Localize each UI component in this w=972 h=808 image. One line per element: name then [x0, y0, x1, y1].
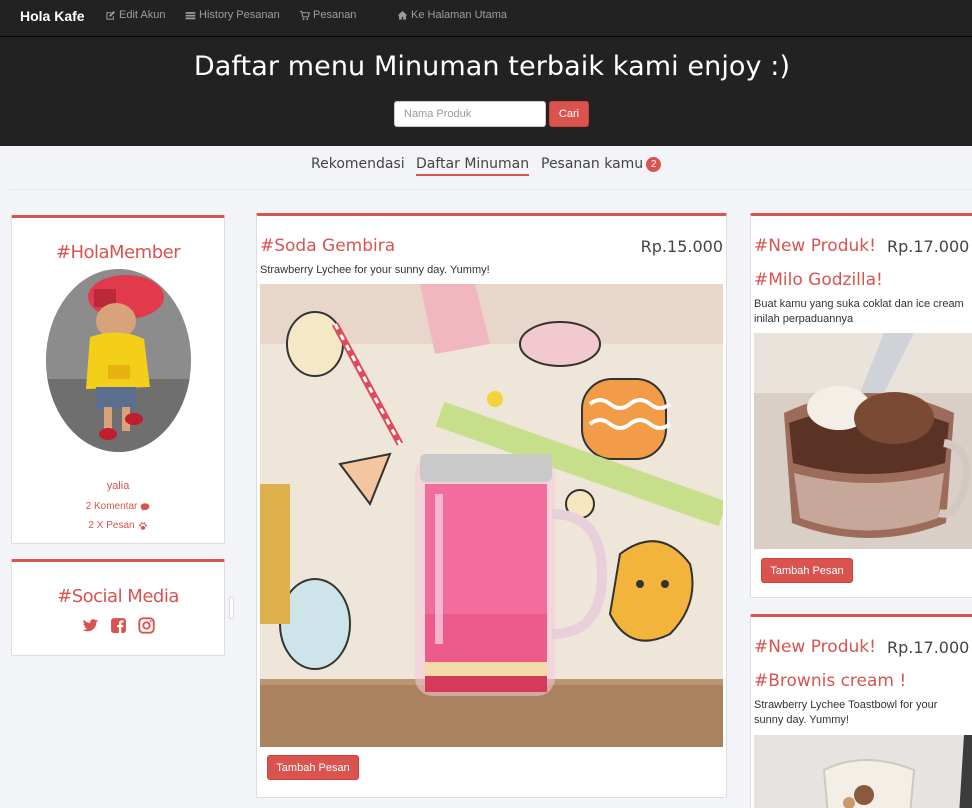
tabs-divider	[10, 189, 972, 190]
paw-icon	[138, 521, 147, 530]
social-icons	[12, 617, 224, 634]
nav-edit-account[interactable]: Edit Akun	[105, 9, 165, 21]
product-image	[754, 735, 972, 808]
edit-icon	[106, 10, 115, 20]
product-price: Rp.15.000	[640, 237, 723, 256]
product-name: #Soda Gembira	[260, 236, 396, 256]
avatar[interactable]	[46, 269, 191, 452]
product-card-brownis-cream: #New Produk! Rp.17.000 #Brownis cream ! …	[750, 614, 972, 808]
product-description: Strawberry Lychee for your sunny day. Yu…	[260, 264, 490, 276]
product-price: Rp.17.000	[887, 638, 970, 657]
order-count-badge: 2	[646, 157, 662, 172]
search-button[interactable]: Cari	[549, 101, 589, 127]
list-icon	[185, 11, 196, 19]
nav-history[interactable]: History Pesanan	[185, 9, 280, 21]
cart-icon	[299, 10, 310, 20]
product-description: Buat kamu yang suka coklat dan ice cream…	[754, 298, 964, 325]
facebook-icon[interactable]	[110, 617, 127, 634]
page-title: Daftar menu Minuman terbaik kami enjoy :…	[193, 51, 791, 82]
avatar-photo	[46, 269, 191, 452]
home-icon	[397, 10, 408, 20]
tab-daftar-minuman[interactable]: Daftar Minuman	[416, 156, 530, 176]
tab-pesanan-kamu[interactable]: Pesanan kamu 2	[541, 156, 662, 172]
nav-orders[interactable]: Pesanan	[299, 9, 356, 21]
social-panel: #Social Media	[11, 559, 225, 656]
add-order-button[interactable]: Tambah Pesan	[761, 558, 853, 583]
member-orders[interactable]: 2 X Pesan	[12, 520, 224, 531]
comment-icon	[140, 502, 150, 511]
add-order-button[interactable]: Tambah Pesan	[267, 755, 359, 780]
product-name: #Brownis cream !	[754, 671, 907, 691]
soda-gembira-photo	[260, 284, 723, 747]
brownis-cream-photo	[754, 735, 972, 808]
hero-header: Daftar menu Minuman terbaik kami enjoy :…	[0, 37, 972, 146]
scroll-handle[interactable]	[229, 597, 234, 619]
search-input[interactable]	[394, 101, 546, 127]
member-comments[interactable]: 2 Komentar	[12, 501, 224, 512]
member-title: #HolaMember	[55, 242, 181, 263]
member-panel: #HolaMember yalia 2 Komentar 2 X Pesan	[11, 215, 225, 544]
instagram-icon[interactable]	[137, 617, 155, 634]
product-image	[754, 333, 972, 549]
member-name: yalia	[106, 480, 130, 492]
new-product-tag: #New Produk!	[754, 637, 876, 657]
category-tabs: Rekomendasi Daftar Minuman Pesanan kamu 2	[0, 146, 972, 190]
product-name: #Milo Godzilla!	[754, 270, 883, 290]
new-product-tag: #New Produk!	[754, 236, 876, 256]
brand-link[interactable]: Hola Kafe	[20, 8, 85, 24]
product-card-milo-godzilla: #New Produk! Rp.17.000 #Milo Godzilla! B…	[750, 213, 972, 598]
tab-rekomendasi[interactable]: Rekomendasi	[311, 156, 405, 172]
nav-home[interactable]: Ke Halaman Utama	[397, 9, 507, 21]
product-price: Rp.17.000	[887, 237, 970, 256]
milo-godzilla-photo	[754, 333, 972, 549]
twitter-icon[interactable]	[82, 617, 99, 634]
social-title: #Social Media	[57, 586, 179, 607]
top-navbar: Hola Kafe Edit Akun History Pesanan Pesa…	[0, 0, 972, 37]
product-image	[260, 284, 723, 747]
tab-pesanan-label: Pesanan kamu	[541, 156, 644, 172]
product-card-soda-gembira: #Soda Gembira Rp.15.000 Strawberry Lyche…	[256, 213, 727, 798]
product-description: Strawberry Lychee Toastbowl for your sun…	[754, 699, 938, 726]
